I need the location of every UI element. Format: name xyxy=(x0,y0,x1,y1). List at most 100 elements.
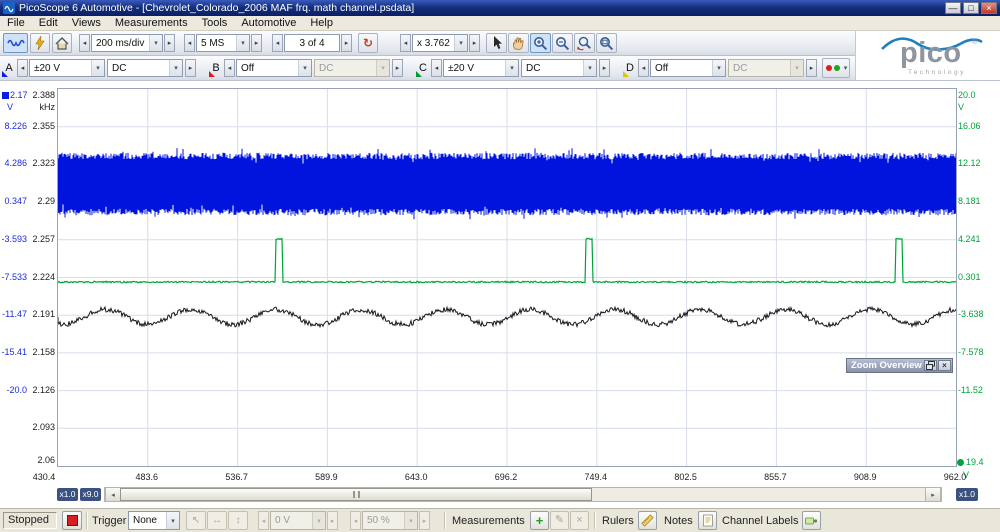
trigger-mode-value: None xyxy=(129,515,166,526)
x-axis-label: 749.4 xyxy=(571,472,621,482)
minimize-button[interactable]: — xyxy=(945,2,961,14)
menu-tools[interactable]: Tools xyxy=(195,17,235,29)
menu-measurements[interactable]: Measurements xyxy=(108,17,195,29)
menu-bar: FileEditViewsMeasurementsToolsAutomotive… xyxy=(0,16,1000,31)
channel-labels-button[interactable] xyxy=(802,511,821,530)
zoom-in-tool-button[interactable] xyxy=(530,33,551,53)
notes-label: Notes xyxy=(664,515,693,527)
chevron-down-icon: ▾ xyxy=(454,35,467,51)
zoom-badge-left-1[interactable]: x1.0 xyxy=(57,488,78,501)
buffer-previous-button[interactable]: ◂ xyxy=(272,34,283,52)
axis-c-label: -3.638 xyxy=(958,309,998,319)
close-button[interactable]: × xyxy=(981,2,997,14)
capture-state: Stopped xyxy=(3,512,57,529)
axis-c-label: 8.181 xyxy=(958,196,998,206)
timebase-select[interactable]: 200 ms/div ▾ xyxy=(91,34,163,52)
channel-A-range-select[interactable]: ±20 V▾ xyxy=(29,59,105,77)
connect-detect-button[interactable]: ▾ xyxy=(822,58,850,78)
scrollbar-thumb[interactable] xyxy=(120,488,592,501)
menu-help[interactable]: Help xyxy=(303,17,340,29)
trigger-level-input: 0 V ▾ xyxy=(270,511,326,530)
normal-selection-tool-button[interactable] xyxy=(486,33,507,53)
home-button[interactable] xyxy=(52,33,72,53)
zoom-overview-restore-button[interactable] xyxy=(924,360,937,371)
title-bar[interactable]: PicoScope 6 Automotive - [Chevrolet_Colo… xyxy=(0,0,1000,16)
zoom-overview-tool-button[interactable] xyxy=(596,33,617,53)
channel-A-range-up-button[interactable]: ▸ xyxy=(185,59,196,77)
label-tag-icon xyxy=(805,515,818,527)
channel-D-range-select[interactable]: Off▾ xyxy=(650,59,726,77)
zoom-factor-select[interactable]: x 3.762 ▾ xyxy=(412,34,468,52)
samples-increase-button[interactable]: ▸ xyxy=(251,34,262,52)
channel-c-axis-marker[interactable] xyxy=(957,459,964,466)
channel-A-color-icon xyxy=(2,71,8,77)
stop-icon xyxy=(67,515,78,526)
scroll-left-button[interactable]: ◂ xyxy=(105,488,121,501)
axis-c-label: 16.06 xyxy=(958,121,998,131)
channel-C-range-up-button[interactable]: ▸ xyxy=(599,59,610,77)
trigger-mode-select[interactable]: None ▾ xyxy=(128,511,180,530)
zoom-out-icon xyxy=(555,36,570,51)
undo-zoom-tool-button[interactable] xyxy=(574,33,595,53)
menu-views[interactable]: Views xyxy=(65,17,108,29)
channel-D-range-up-button[interactable]: ▸ xyxy=(806,59,817,77)
scroll-right-button[interactable]: ▸ xyxy=(925,488,941,501)
channel-B-range-down-button[interactable]: ◂ xyxy=(224,59,235,77)
trigger-marker-button: ↖ xyxy=(186,511,206,530)
start-stop-button[interactable] xyxy=(62,511,82,530)
channel-A-coupling-select[interactable]: DC▾ xyxy=(107,59,183,77)
axis-c-label: 0.301 xyxy=(958,272,998,282)
zoom-out-tool-button[interactable] xyxy=(552,33,573,53)
menu-edit[interactable]: Edit xyxy=(32,17,65,29)
axis-math-label: 2.355 xyxy=(29,121,55,131)
channel-A-range-down-button[interactable]: ◂ xyxy=(17,59,28,77)
zoom-increase-button[interactable]: ▸ xyxy=(469,34,480,52)
zoom-decrease-button[interactable]: ◂ xyxy=(400,34,411,52)
menu-file[interactable]: File xyxy=(0,17,32,29)
channel-B-label[interactable]: B xyxy=(210,59,222,77)
menu-automotive[interactable]: Automotive xyxy=(234,17,303,29)
waveform-view-button[interactable] xyxy=(3,33,28,53)
zoom-overview-close-button[interactable]: × xyxy=(938,360,951,371)
auto-setup-button[interactable] xyxy=(30,33,50,53)
samples-select[interactable]: 5 MS ▾ xyxy=(196,34,250,52)
trigger-level-increase: ▸ xyxy=(327,511,338,530)
buffer-refresh-button[interactable]: ↻ xyxy=(358,33,378,53)
zoom-overview-window[interactable]: Zoom Overview × xyxy=(846,358,953,373)
timebase-increase-button[interactable]: ▸ xyxy=(164,34,175,52)
axis-math-label: 2.191 xyxy=(29,309,55,319)
x-axis-label: 855.7 xyxy=(750,472,800,482)
channel-C-range-down-button[interactable]: ◂ xyxy=(431,59,442,77)
chevron-down-icon: ▾ xyxy=(404,512,417,529)
channel-C-label[interactable]: C xyxy=(417,59,429,77)
buffer-indicator[interactable]: 3 of 4 xyxy=(284,34,340,52)
axis-c-bottom-value: 19.4 xyxy=(966,457,990,467)
timebase-decrease-button[interactable]: ◂ xyxy=(79,34,90,52)
horizontal-scrollbar[interactable]: ◂ ▸ xyxy=(104,487,942,502)
channel-A-label[interactable]: A xyxy=(3,59,15,77)
channel-D-coupling-select: DC▾ xyxy=(728,59,804,77)
channel-D-label[interactable]: D xyxy=(624,59,636,77)
channel-C-coupling-select[interactable]: DC▾ xyxy=(521,59,597,77)
channel-a-axis-marker[interactable] xyxy=(2,92,9,99)
zoom-badge-right[interactable]: x1.0 xyxy=(956,488,978,501)
channel-B-range-up-button[interactable]: ▸ xyxy=(392,59,403,77)
axis-c-unit: V xyxy=(958,102,988,112)
trigger-span-icon: ↔ xyxy=(212,515,222,526)
channel-C-range-select[interactable]: ±20 V▾ xyxy=(443,59,519,77)
hand-pan-tool-button[interactable] xyxy=(508,33,529,53)
waveform-plot[interactable]: Zoom Overview × xyxy=(57,88,957,467)
rulers-button[interactable] xyxy=(638,511,657,530)
zoom-badge-left-2[interactable]: x9.0 xyxy=(80,488,101,501)
pretrigger-value: 50 % xyxy=(363,515,404,526)
notes-button[interactable] xyxy=(698,511,717,530)
buffer-next-button[interactable]: ▸ xyxy=(341,34,352,52)
samples-decrease-button[interactable]: ◂ xyxy=(184,34,195,52)
axis-math-top-value: 2.388 xyxy=(29,90,55,100)
channel-B-range-select[interactable]: Off▾ xyxy=(236,59,312,77)
channel-B-color-icon xyxy=(209,71,215,77)
add-measurement-button[interactable]: + xyxy=(530,511,549,530)
maximize-button[interactable]: □ xyxy=(963,2,979,14)
channel-D-range-down-button[interactable]: ◂ xyxy=(638,59,649,77)
chevron-down-icon: ▾ xyxy=(166,512,179,529)
